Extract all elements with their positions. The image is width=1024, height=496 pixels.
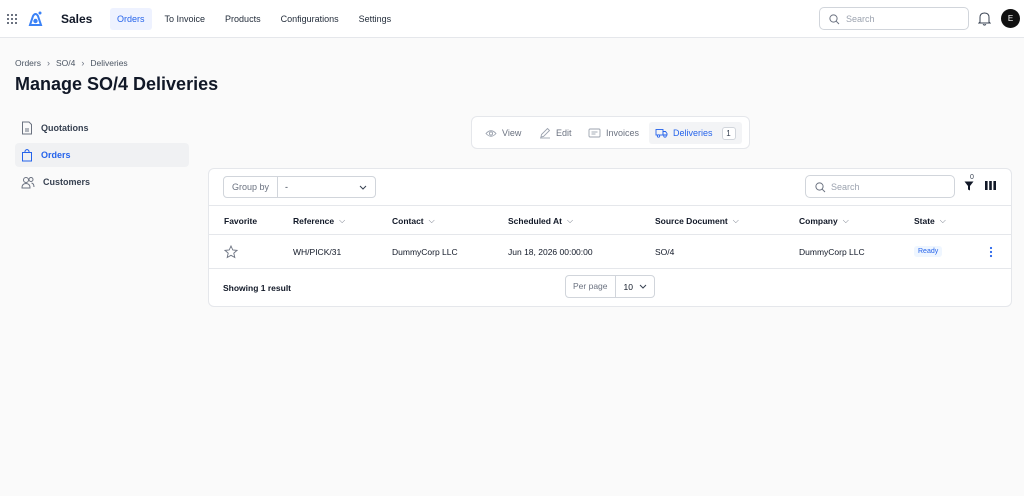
columns-icon[interactable] (985, 181, 996, 190)
breadcrumb-orders[interactable]: Orders (15, 58, 41, 68)
tab-deliveries[interactable]: Deliveries 1 (649, 122, 742, 144)
breadcrumb: Orders › SO/4 › Deliveries (15, 58, 128, 68)
cell-source-document: SO/4 (655, 247, 675, 257)
search-icon (815, 182, 826, 193)
per-page-label: Per page (566, 276, 616, 297)
sidebar-item-label: Orders (41, 150, 71, 160)
cell-contact: DummyCorp LLC (392, 247, 458, 257)
table-header: Favorite Reference ⌵ Contact ⌵ Scheduled… (209, 205, 1011, 235)
search-placeholder: Search (831, 182, 860, 192)
sort-chevron-icon: ⌵ (567, 216, 574, 225)
sort-chevron-icon: ⌵ (939, 216, 946, 225)
sort-chevron-icon: ⌵ (339, 216, 346, 225)
breadcrumb-so4[interactable]: SO/4 (56, 58, 75, 68)
deliveries-card: Group by - Search 0 Favorite Reference ⌵… (208, 168, 1012, 307)
apps-grid-icon[interactable] (7, 14, 17, 24)
sort-chevron-icon: ⌵ (732, 216, 739, 225)
table-row[interactable]: WH/PICK/31 DummyCorp LLC Jun 18, 2026 00… (209, 235, 1011, 269)
tab-label: Invoices (606, 128, 640, 138)
cell-scheduled-at: Jun 18, 2026 00:00:00 (508, 247, 593, 257)
top-bar: Sales Orders To Invoice Products Configu… (0, 0, 1024, 38)
column-company[interactable]: Company ⌵ (799, 216, 849, 226)
chevron-right-icon: › (81, 58, 85, 68)
shopping-bag-icon (22, 149, 32, 162)
table-search-input[interactable]: Search (805, 175, 955, 198)
chevron-down-icon (639, 284, 647, 289)
bell-icon[interactable] (978, 11, 991, 26)
document-icon (22, 121, 32, 135)
group-by-label: Group by (224, 177, 279, 197)
result-count: Showing 1 result (223, 283, 292, 293)
column-contact[interactable]: Contact ⌵ (392, 216, 435, 226)
filter-count: 0 (970, 174, 974, 181)
eye-icon (485, 129, 497, 137)
column-state[interactable]: State ⌵ (914, 216, 946, 226)
sidebar-item-quotations[interactable]: Quotations (15, 116, 189, 140)
users-icon (21, 176, 35, 188)
sort-chevron-icon: ⌵ (842, 216, 849, 225)
column-reference[interactable]: Reference ⌵ (293, 216, 345, 226)
column-favorite: Favorite (224, 216, 258, 226)
chevron-right-icon: › (46, 58, 50, 68)
app-logo-icon (28, 11, 43, 26)
per-page-select[interactable]: Per page 10 (565, 275, 655, 298)
cell-reference[interactable]: WH/PICK/31 (293, 247, 341, 257)
cell-company: DummyCorp LLC (799, 247, 865, 257)
group-by-select[interactable]: Group by - (223, 176, 376, 198)
tab-label: View (502, 128, 522, 138)
nav-settings[interactable]: Settings (352, 8, 399, 30)
column-source-document[interactable]: Source Document ⌵ (655, 216, 739, 226)
per-page-value: 10 (623, 281, 633, 292)
nav-products[interactable]: Products (218, 8, 268, 30)
sort-chevron-icon: ⌵ (428, 216, 435, 225)
sidebar-item-label: Customers (43, 177, 91, 187)
search-placeholder: Search (846, 14, 875, 24)
main-nav: Orders To Invoice Products Configuration… (110, 8, 398, 30)
record-tabs: View Edit Invoices Deliveries 1 (471, 116, 750, 149)
chevron-down-icon (359, 185, 367, 190)
filter-icon[interactable] (964, 181, 974, 191)
invoice-icon (588, 128, 601, 138)
kebab-menu-icon[interactable] (989, 246, 993, 258)
sidebar-item-orders[interactable]: Orders (15, 143, 189, 167)
avatar[interactable]: E (1001, 9, 1020, 28)
truck-icon (655, 129, 668, 138)
tab-label: Edit (556, 128, 572, 138)
column-scheduled-at[interactable]: Scheduled At ⌵ (508, 216, 573, 226)
app-name: Sales (61, 12, 93, 26)
tab-invoices[interactable]: Invoices (582, 122, 645, 144)
breadcrumb-deliveries: Deliveries (90, 58, 128, 68)
sidebar-item-label: Quotations (41, 123, 89, 133)
tab-edit[interactable]: Edit (533, 122, 578, 144)
tab-count-badge: 1 (721, 126, 736, 140)
nav-orders[interactable]: Orders (110, 8, 152, 30)
tab-label: Deliveries (673, 128, 713, 138)
nav-to-invoice[interactable]: To Invoice (158, 8, 213, 30)
star-icon[interactable] (224, 245, 238, 259)
status-badge: Ready (914, 246, 943, 257)
global-search-input[interactable]: Search (819, 7, 969, 30)
sidebar: Quotations Orders Customers (15, 116, 189, 197)
nav-configurations[interactable]: Configurations (274, 8, 346, 30)
tab-view[interactable]: View (479, 122, 527, 144)
group-by-value: - (285, 182, 289, 192)
sidebar-item-customers[interactable]: Customers (15, 170, 189, 194)
page-title: Manage SO/4 Deliveries (15, 74, 219, 94)
search-icon (829, 14, 840, 25)
pencil-icon (540, 127, 551, 139)
